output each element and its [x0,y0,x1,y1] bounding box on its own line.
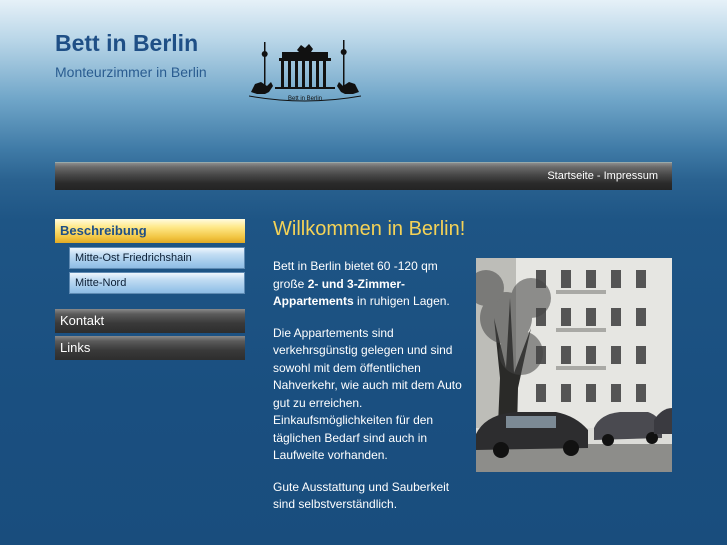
top-navigation-bar: Startseite - Impressum [55,162,672,190]
sidebar-item-kontakt[interactable]: Kontakt [55,309,245,333]
main-content: Bett in Berlin bietet 60 -120 qm große 2… [273,258,466,528]
location-paragraph: Die Appartements sind verkehrsgünstig ge… [273,325,462,463]
topnav-links: Startseite - Impressum [547,170,658,182]
page-heading: Willkommen in Berlin! [273,218,466,240]
street-photo-graphic [476,258,672,472]
logo-caption: Bett in Berlin [287,96,323,102]
nav-link-impressum[interactable]: Impressum [604,170,658,182]
brandenburg-gate-logo[interactable]: Bett in Berlin [248,36,362,106]
quality-paragraph: Gute Ausstattung und Sauberkeit sind sel… [273,479,450,512]
sidebar-item-beschreibung[interactable]: Beschreibung [55,219,245,243]
street-photo [476,258,672,472]
site-subtitle: Monteurzimmer in Berlin [55,64,207,80]
sidebar-subitem-mitte-nord[interactable]: Mitte-Nord [69,272,245,294]
nav-separator: - [593,170,604,182]
sidebar-item-links[interactable]: Links [55,336,245,360]
nav-link-startseite[interactable]: Startseite [547,170,593,182]
sidebar-subitem-mitte-ost-friedrichshain[interactable]: Mitte-Ost Friedrichshain [69,247,245,269]
intro-paragraph: Bett in Berlin bietet 60 -120 qm große 2… [273,258,466,311]
intro-text-end: in ruhigen Lagen. [353,294,450,308]
site-title: Bett in Berlin [55,30,199,56]
